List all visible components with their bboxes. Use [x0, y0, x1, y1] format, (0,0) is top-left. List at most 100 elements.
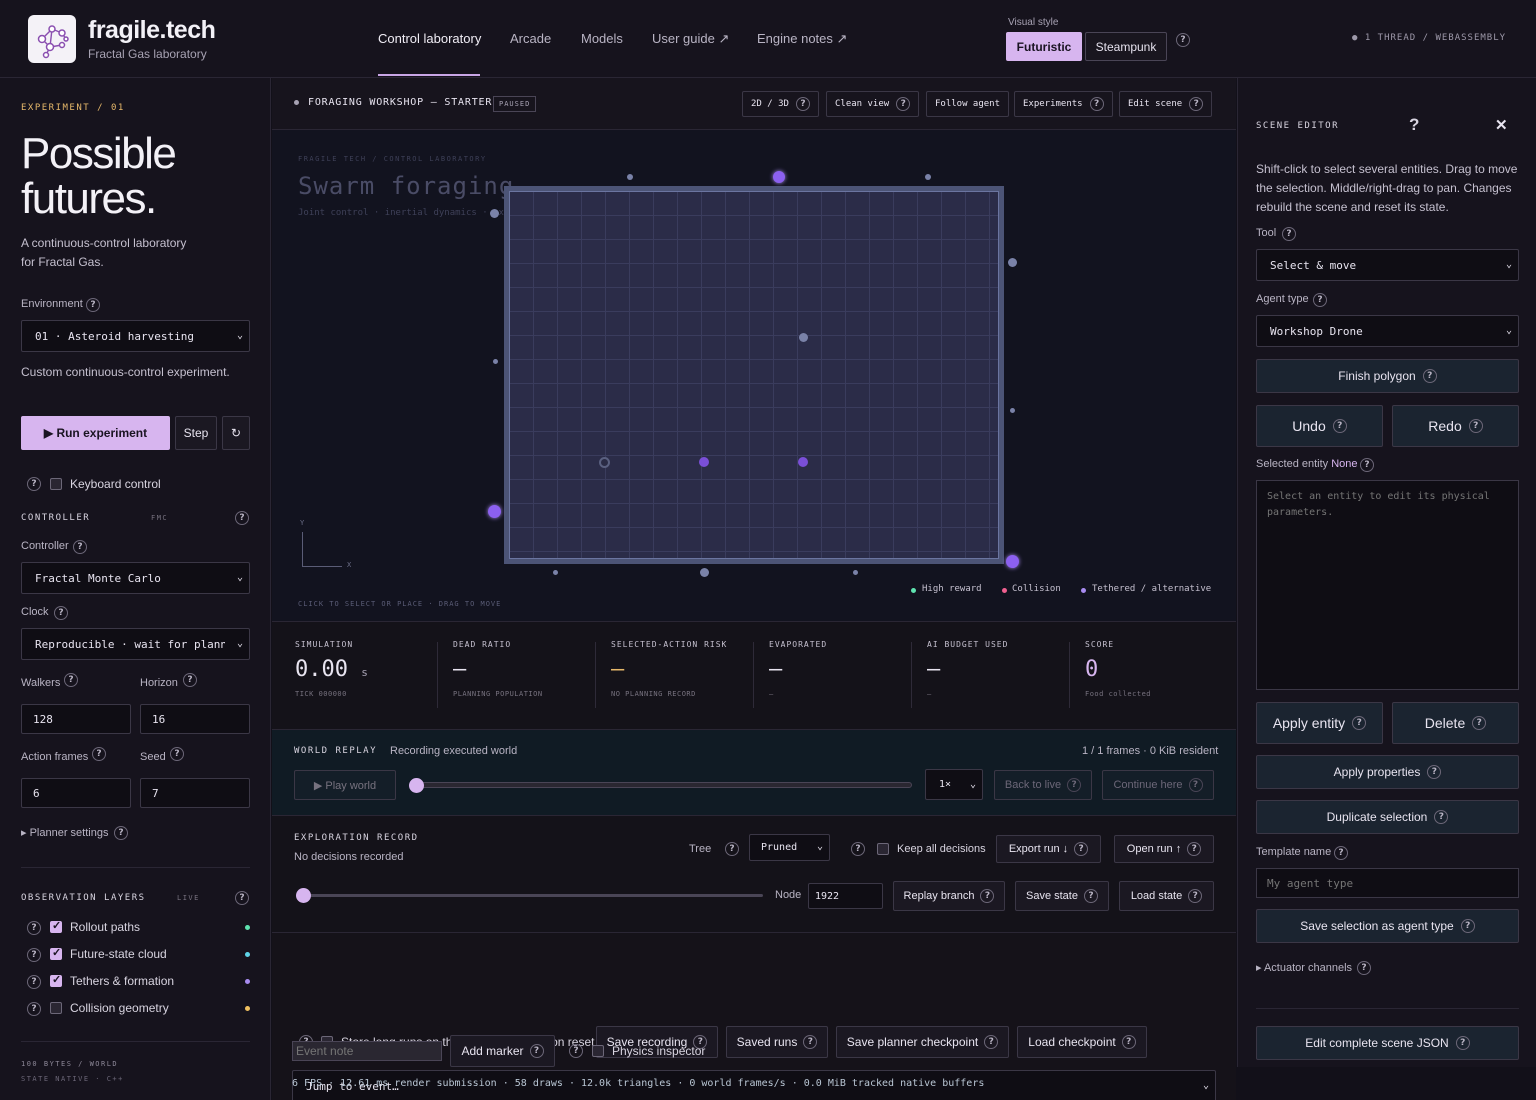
- help-icon[interactable]: ?: [795, 97, 810, 111]
- help-icon[interactable]: ?: [1176, 33, 1190, 47]
- help-icon[interactable]: ?: [896, 97, 911, 111]
- obstacle[interactable]: [853, 570, 858, 575]
- follow-agent-button[interactable]: Follow agent: [926, 91, 1010, 117]
- experiments-button[interactable]: Experiments?: [1014, 91, 1113, 117]
- saved-runs-button[interactable]: Saved runs?: [726, 1026, 828, 1058]
- edit-scene-button[interactable]: Edit scene?: [1119, 91, 1213, 117]
- duplicate-selection-button[interactable]: Duplicate selection?: [1256, 800, 1519, 834]
- event-note-input[interactable]: [292, 1041, 442, 1061]
- help-icon[interactable]: ?: [54, 606, 68, 620]
- help-icon[interactable]: ?: [1189, 97, 1204, 111]
- help-icon[interactable]: ?: [1313, 293, 1327, 307]
- help-icon[interactable]: ?: [235, 891, 249, 905]
- load-checkpoint-button[interactable]: Load checkpoint?: [1017, 1026, 1147, 1058]
- entity-parameters-textarea[interactable]: [1256, 480, 1519, 690]
- edit-scene-json-button[interactable]: Edit complete scene JSON?: [1256, 1026, 1519, 1060]
- add-marker-button[interactable]: Add marker?: [450, 1035, 555, 1067]
- save-state-button[interactable]: Save state?: [1015, 881, 1109, 911]
- obstacle[interactable]: [493, 359, 498, 364]
- apply-properties-button[interactable]: Apply properties?: [1256, 755, 1519, 789]
- help-icon[interactable]: ?: [1121, 1035, 1136, 1049]
- tethers-formation-checkbox[interactable]: [50, 973, 62, 987]
- help-icon[interactable]: ?: [73, 540, 87, 554]
- clock-select[interactable]: Reproducible · wait for planner ⌄: [21, 628, 250, 660]
- help-icon[interactable]: ?: [1472, 716, 1487, 730]
- help-icon[interactable]: ?: [1455, 1036, 1470, 1050]
- help-icon[interactable]: ?: [803, 1035, 818, 1049]
- clean-view-button[interactable]: Clean view?: [826, 91, 920, 117]
- help-icon[interactable]: ?: [1468, 419, 1483, 433]
- replay-slider[interactable]: [409, 782, 912, 788]
- obstacle[interactable]: [925, 174, 931, 180]
- help-icon[interactable]: ?: [235, 511, 249, 525]
- help-icon[interactable]: ?: [1089, 97, 1104, 111]
- actuator-channels-toggle[interactable]: ▸ Actuator channels: [1256, 961, 1352, 974]
- agent[interactable]: [599, 457, 610, 468]
- obstacle[interactable]: [490, 209, 499, 218]
- tethered-agent[interactable]: [699, 457, 709, 467]
- obstacle[interactable]: [1010, 408, 1015, 413]
- help-icon[interactable]: ?: [27, 1002, 41, 1016]
- nav-control-laboratory[interactable]: Control laboratory: [378, 31, 481, 46]
- step-button[interactable]: Step: [175, 416, 217, 450]
- help-icon[interactable]: ?: [1460, 919, 1475, 933]
- run-experiment-button[interactable]: ▶ Run experiment: [21, 416, 170, 450]
- help-icon[interactable]: ?: [1187, 842, 1202, 856]
- replay-branch-button[interactable]: Replay branch?: [893, 881, 1005, 911]
- help-icon[interactable]: ?: [984, 1035, 999, 1049]
- redo-button[interactable]: Redo?: [1392, 405, 1519, 447]
- help-icon[interactable]: ?: [86, 298, 100, 312]
- help-icon[interactable]: ?: [1083, 889, 1098, 903]
- help-icon[interactable]: ?: [1409, 115, 1419, 135]
- continue-here-button[interactable]: Continue here?: [1102, 770, 1214, 800]
- tool-select[interactable]: Select & move ⌄: [1256, 249, 1519, 281]
- nav-models[interactable]: Models: [581, 31, 623, 46]
- tethered-agent[interactable]: [798, 457, 808, 467]
- help-icon[interactable]: ?: [1360, 458, 1374, 472]
- help-icon[interactable]: ?: [725, 842, 739, 856]
- help-icon[interactable]: ?: [1188, 889, 1203, 903]
- help-icon[interactable]: ?: [1334, 846, 1348, 860]
- keep-all-decisions-checkbox[interactable]: [877, 843, 889, 855]
- load-state-button[interactable]: Load state?: [1119, 881, 1214, 911]
- help-icon[interactable]: ?: [1074, 842, 1089, 856]
- help-icon[interactable]: ?: [27, 477, 41, 491]
- environment-select[interactable]: 01 · Asteroid harvesting ⌄: [21, 320, 250, 352]
- replay-slider-thumb[interactable]: [409, 778, 424, 793]
- help-icon[interactable]: ?: [1357, 961, 1371, 975]
- simulation-viewport[interactable]: FRAGILE TECH / CONTROL LABORATORY Swarm …: [272, 130, 1236, 622]
- physics-inspector-checkbox[interactable]: [592, 1045, 604, 1057]
- agent-type-select[interactable]: Workshop Drone ⌄: [1256, 315, 1519, 347]
- nav-user-guide[interactable]: User guide ↗: [652, 31, 729, 47]
- help-icon[interactable]: ?: [27, 948, 41, 962]
- obstacle[interactable]: [700, 568, 709, 577]
- help-icon[interactable]: ?: [27, 975, 41, 989]
- keyboard-control-checkbox[interactable]: [50, 478, 62, 490]
- help-icon[interactable]: ?: [980, 889, 995, 903]
- save-agent-type-button[interactable]: Save selection as agent type?: [1256, 909, 1519, 943]
- style-steampunk-button[interactable]: Steampunk: [1085, 32, 1167, 61]
- reset-icon[interactable]: ↻: [222, 416, 250, 450]
- help-icon[interactable]: ?: [1352, 716, 1367, 730]
- node-slider-thumb[interactable]: [296, 888, 311, 903]
- help-icon[interactable]: ?: [64, 673, 78, 687]
- tethered-agent[interactable]: [773, 171, 785, 183]
- toggle-2d-3d-button[interactable]: 2D / 3D?: [742, 91, 819, 117]
- help-icon[interactable]: ?: [1422, 369, 1437, 383]
- help-icon[interactable]: ?: [183, 673, 197, 687]
- help-icon[interactable]: ?: [1067, 778, 1082, 792]
- tethered-agent[interactable]: [1006, 555, 1019, 568]
- open-run-button[interactable]: Open run ↑?: [1114, 835, 1214, 863]
- tethered-agent[interactable]: [488, 505, 501, 518]
- help-icon[interactable]: ?: [569, 1044, 583, 1058]
- obstacle[interactable]: [799, 333, 808, 342]
- help-icon[interactable]: ?: [1427, 765, 1442, 779]
- save-planner-checkpoint-button[interactable]: Save planner checkpoint?: [836, 1026, 1009, 1058]
- obstacle[interactable]: [1008, 258, 1017, 267]
- planner-settings-toggle[interactable]: ▸ Planner settings: [21, 826, 108, 839]
- node-input[interactable]: 1922: [808, 883, 883, 909]
- delete-button[interactable]: Delete?: [1392, 702, 1519, 744]
- help-icon[interactable]: ?: [1332, 419, 1347, 433]
- finish-polygon-button[interactable]: Finish polygon?: [1256, 359, 1519, 393]
- horizon-input[interactable]: 16: [140, 704, 250, 734]
